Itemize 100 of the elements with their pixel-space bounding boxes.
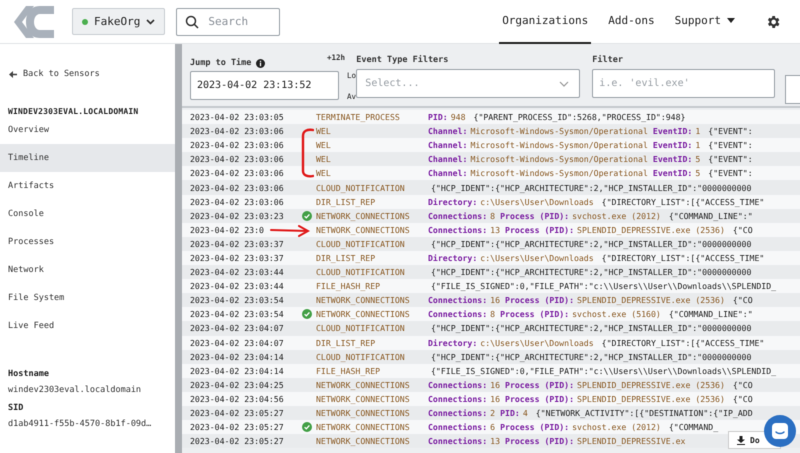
event-type[interactable]: NETWORK_CONNECTIONS (316, 422, 428, 432)
field-label: Connections: (428, 394, 488, 404)
event-type[interactable]: WEL (316, 154, 428, 164)
field-label: Connections: (428, 422, 488, 432)
field-label: Process (PID): (500, 309, 570, 320)
event-time: 2023-04-02 23:03:23 (190, 210, 284, 221)
field-value: 8 (490, 210, 496, 221)
scrollbar[interactable] (175, 44, 182, 453)
event-type[interactable]: WEL (316, 126, 428, 136)
raw-event-text: {"HCP_IDENT":{"HCP_ARCHITECTURE":2,"HCP_INSTALLER_ID":"0000000000 (431, 267, 752, 278)
info-label: Hostname (8, 369, 50, 379)
sidebar-item[interactable]: Artifacts (0, 172, 175, 200)
sidebar-item[interactable]: Timeline (0, 144, 175, 172)
event-type[interactable]: NETWORK_CONNECTIONS (316, 309, 428, 320)
field-label: Connections: (428, 436, 488, 446)
event-type[interactable]: FILE_HASH_REP (316, 281, 428, 292)
field-label: Channel: (428, 140, 468, 150)
sidebar-item[interactable]: Live Feed (0, 312, 175, 340)
event-type[interactable]: NETWORK_CONNECTIONS (316, 224, 428, 235)
info-value: windev2303eval.localdomain (8, 385, 142, 395)
event-type[interactable]: NETWORK_CONNECTIONS (316, 394, 428, 404)
status-dot (82, 18, 88, 24)
sidebar-item[interactable]: Overview (0, 116, 175, 144)
sidebar-item[interactable]: File System (0, 284, 175, 312)
field-value: 8 (490, 309, 496, 320)
field-label: Process (PID): (500, 210, 570, 221)
org-dropdown[interactable]: FakeOrg (72, 8, 166, 35)
raw-event-text: {"DIRECTORY_LIST":[{"ACCESS_TIME" (602, 252, 764, 263)
field-label: Directory: (428, 196, 478, 207)
event-type[interactable]: CLOUD_NOTIFICATION (316, 238, 428, 249)
field-label: Connections: (428, 224, 488, 235)
event-type[interactable]: DIR_LIST_REP (316, 338, 428, 348)
time-input[interactable]: 2023-04-02 23:13:52 (190, 71, 339, 100)
event-type[interactable]: NETWORK_CONNECTIONS (316, 295, 428, 306)
field-value: SPLENDID_DEPRESSIVE.exe (2536) (577, 394, 725, 404)
event-type[interactable]: CLOUD_NOTIFICATION (316, 182, 428, 193)
field-value: Microsoft-Windows-Sysmon/Operational (470, 140, 648, 150)
field-value: 16 (490, 380, 500, 390)
event-type[interactable]: NETWORK_CONNECTIONS (316, 436, 428, 446)
field-label: Connections: (428, 295, 488, 306)
event-time: 2023-04-02 23:04:56 (190, 394, 284, 404)
sidebar-item[interactable]: Processes (0, 228, 175, 256)
search-field[interactable]: Search (176, 8, 280, 36)
event-type[interactable]: NETWORK_CONNECTIONS (316, 408, 428, 418)
event-type[interactable]: FILE_HASH_REP (316, 366, 428, 376)
field-label: Channel: (428, 168, 468, 178)
event-type[interactable]: WEL (316, 168, 428, 178)
field-label: Event Type Filters (356, 55, 450, 65)
filter-input[interactable]: i.e. 'evil.exe' (592, 69, 776, 98)
field-label: PID: (428, 112, 448, 122)
event-time: 2023-04-02 23:0 (190, 224, 264, 235)
raw-event-text: {"EVENT": (708, 126, 753, 136)
raw-event-text: {"COMMAND_LINE":" (668, 210, 753, 221)
event-time: 2023-04-02 23:04:14 (190, 352, 284, 362)
event-time: 2023-04-02 23:04:07 (190, 323, 284, 334)
field-value: Microsoft-Windows-Sysmon/Operational (470, 168, 648, 178)
raw-event-text: {"HCP_IDENT":{"HCP_ARCHITECTURE":2,"HCP_INSTALLER_ID":"0000000000 (431, 323, 752, 334)
logo-icon[interactable] (12, 4, 56, 40)
event-type[interactable]: NETWORK_CONNECTIONS (316, 380, 428, 390)
event-type[interactable]: CLOUD_NOTIFICATION (316, 323, 428, 334)
field-value: 6 (490, 422, 496, 432)
event-type[interactable]: CLOUD_NOTIFICATION (316, 267, 428, 278)
field-label: EventID: (652, 126, 692, 136)
raw-event-text: {"DIRECTORY_LIST":[{"ACCESS_TIME" (602, 196, 764, 207)
back-link[interactable]: Back to Sensors (9, 69, 175, 79)
chevron-down-icon (146, 18, 156, 24)
raw-event-text: {"EVENT": (708, 168, 753, 178)
input-field[interactable] (785, 75, 800, 104)
raw-event-text: {"NETWORK_ACTIVITY":[{"DESTINATION":{"IP_ADD (536, 408, 753, 418)
event-type[interactable]: TERMINATE_PROCESS (316, 112, 428, 122)
arrow-left-icon (9, 70, 17, 78)
field-value: 948 (450, 112, 466, 122)
field-value: SPLENDID_DEPRESSIVE.exe (2536) (577, 295, 725, 306)
event-time: 2023-04-02 23:03:37 (190, 252, 284, 263)
event-type[interactable]: CLOUD_NOTIFICATION (316, 352, 428, 362)
event-type[interactable]: WEL (316, 140, 428, 150)
event-time: 2023-04-02 23:05:27 (190, 436, 284, 446)
field-label: PID: (500, 408, 520, 418)
field-value: svchost.exe (2012) (572, 210, 661, 221)
arrow-annotation (270, 225, 310, 237)
settings-icon[interactable] (765, 14, 781, 30)
field-label: Process (PID): (505, 436, 574, 446)
info-icon (256, 58, 266, 68)
sidebar-item[interactable]: Console (0, 200, 175, 228)
event-type[interactable]: NETWORK_CONNECTIONS (316, 210, 428, 221)
event-type[interactable]: DIR_LIST_REP (316, 252, 428, 263)
field-value: c:\Users\User\Downloads (480, 196, 594, 207)
nav-link[interactable]: Support (672, 0, 738, 44)
sidebar-item[interactable]: Network (0, 256, 175, 284)
raw-event-text: {"HCP_IDENT":{"HCP_ARCHITECTURE":2,"HCP_INSTALLER_ID":"0000000000 (431, 182, 752, 193)
nav-link[interactable]: Add-ons (605, 0, 658, 44)
event-time: 2023-04-02 23:03:06 (190, 140, 284, 150)
event-type[interactable]: DIR_LIST_REP (316, 196, 428, 207)
event-time: 2023-04-02 23:03:54 (190, 309, 284, 320)
field-label: Connections: (428, 309, 488, 320)
event-time: 2023-04-02 23:03:06 (190, 196, 284, 207)
event-time: 2023-04-02 23:03:54 (190, 295, 284, 306)
field-value: Microsoft-Windows-Sysmon/Operational (470, 154, 648, 164)
event-time: 2023-04-02 23:03:37 (190, 238, 284, 249)
raw-event-text: {"COMMAND_ (668, 422, 718, 432)
